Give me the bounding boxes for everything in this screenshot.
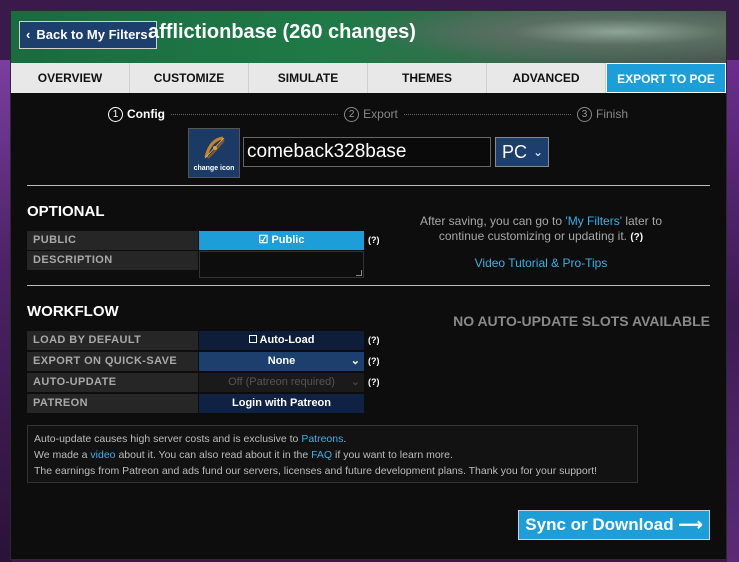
progress-stepper: 1 Config 2 Export 3 Finish: [108, 105, 628, 123]
platform-select[interactable]: PC ⌄: [495, 137, 549, 167]
quick-save-help-icon[interactable]: (?): [368, 356, 380, 366]
optional-section-title: OPTIONAL: [27, 203, 105, 220]
chevron-down-icon: ⌄: [350, 376, 360, 388]
page-title: afflictionbase (260 changes): [148, 21, 416, 43]
step-config: 1 Config: [108, 106, 165, 122]
auto-update-help-icon[interactable]: (?): [368, 377, 380, 387]
info-line-2: We made a video about it. You can also r…: [34, 447, 631, 463]
quick-save-select[interactable]: None ⌄: [199, 352, 364, 371]
quick-save-label: EXPORT ON QUICK-SAVE: [27, 352, 198, 371]
auto-update-label: AUTO-UPDATE: [27, 373, 198, 392]
info-text: We made a: [34, 449, 91, 461]
chevron-left-icon: ‹: [26, 27, 31, 42]
back-button-label: Back to My Filters: [36, 27, 148, 42]
change-icon-button[interactable]: change icon: [188, 128, 240, 178]
tab-advanced[interactable]: ADVANCED: [487, 63, 606, 93]
public-toggle[interactable]: ☑ Public: [199, 231, 364, 250]
no-slots-notice: NO AUTO-UPDATE SLOTS AVAILABLE: [453, 313, 710, 329]
step-export: 2 Export: [344, 106, 398, 122]
divider: [27, 285, 710, 286]
back-to-my-filters-button[interactable]: ‹ Back to My Filters: [19, 21, 157, 49]
step-label: Config: [127, 107, 165, 121]
step-connector: [171, 113, 339, 115]
info-text: about it. You can also read about it in …: [115, 449, 312, 461]
auto-update-value: Off (Patreon required): [228, 376, 335, 388]
platform-value: PC: [502, 142, 528, 162]
login-with-patreon-button[interactable]: Login with Patreon: [199, 394, 364, 413]
save-note-pre: After saving, you can go to: [419, 214, 566, 228]
info-line-1: Auto-update causes high server costs and…: [34, 431, 631, 447]
check-icon: ☑: [258, 234, 269, 246]
patreons-link[interactable]: Patreons: [301, 433, 343, 445]
my-filters-link[interactable]: 'My Filters': [565, 214, 622, 228]
chevron-down-icon: ⌄: [350, 355, 360, 367]
step-connector: [403, 113, 571, 115]
tab-simulate[interactable]: SIMULATE: [249, 63, 368, 93]
workflow-section-title: WORKFLOW: [27, 303, 119, 320]
info-line-3: The earnings from Patreon and ads fund o…: [34, 465, 598, 477]
bow-icon: [204, 136, 225, 159]
patreon-label: PATREON: [27, 394, 198, 413]
step-finish: 3 Finish: [577, 106, 629, 122]
save-note: After saving, you can go to 'My Filters'…: [399, 214, 683, 245]
save-note-help-icon[interactable]: (?): [630, 232, 643, 243]
description-textarea[interactable]: [199, 251, 364, 278]
main-nav: OVERVIEW CUSTOMIZE SIMULATE THEMES ADVAN…: [11, 63, 726, 93]
filter-name-input[interactable]: comeback328base: [243, 137, 491, 167]
backdrop-right: [727, 60, 739, 562]
banner-artwork: [366, 11, 726, 63]
public-value: Public: [271, 234, 305, 246]
load-default-help-icon[interactable]: (?): [368, 335, 380, 345]
step-label: Export: [363, 107, 398, 121]
header-banner: ‹ Back to My Filters afflictionbase (260…: [11, 11, 726, 63]
tab-customize[interactable]: CUSTOMIZE: [130, 63, 249, 93]
step-label: Finish: [596, 107, 629, 121]
step-number: 3: [577, 106, 592, 122]
info-text: Auto-update causes high server costs and…: [34, 433, 302, 445]
sync-or-download-button[interactable]: Sync or Download ⟶: [518, 510, 710, 540]
step-number: 2: [344, 106, 360, 122]
tab-export-to-poe[interactable]: EXPORT TO POE: [606, 63, 726, 93]
change-icon-label: change icon: [193, 165, 235, 172]
description-label: DESCRIPTION: [27, 251, 198, 270]
step-number: 1: [108, 106, 123, 122]
info-text: if you want to learn more.: [332, 449, 453, 461]
checkbox-icon: [248, 335, 257, 344]
quick-save-value: None: [267, 355, 296, 367]
auto-load-label: Auto-Load: [259, 334, 315, 346]
chevron-down-icon: ⌄: [532, 145, 543, 159]
divider: [27, 185, 710, 186]
info-text: .: [343, 433, 347, 445]
tab-overview[interactable]: OVERVIEW: [11, 63, 130, 93]
video-link[interactable]: video: [90, 449, 115, 461]
faq-link[interactable]: FAQ: [311, 449, 332, 461]
tab-themes[interactable]: THEMES: [368, 63, 487, 93]
public-help-icon[interactable]: (?): [368, 235, 380, 245]
resize-grip-icon[interactable]: [356, 270, 362, 276]
load-by-default-label: LOAD BY DEFAULT: [27, 331, 198, 350]
auto-update-select: Off (Patreon required) ⌄: [199, 373, 364, 392]
public-label: PUBLIC: [27, 231, 198, 250]
export-panel: ‹ Back to My Filters afflictionbase (260…: [10, 10, 727, 560]
video-tutorial-link[interactable]: Video Tutorial & Pro-Tips: [399, 256, 683, 270]
auto-load-checkbox[interactable]: Auto-Load: [199, 331, 364, 350]
auto-update-info-box: Auto-update causes high server costs and…: [27, 425, 638, 483]
